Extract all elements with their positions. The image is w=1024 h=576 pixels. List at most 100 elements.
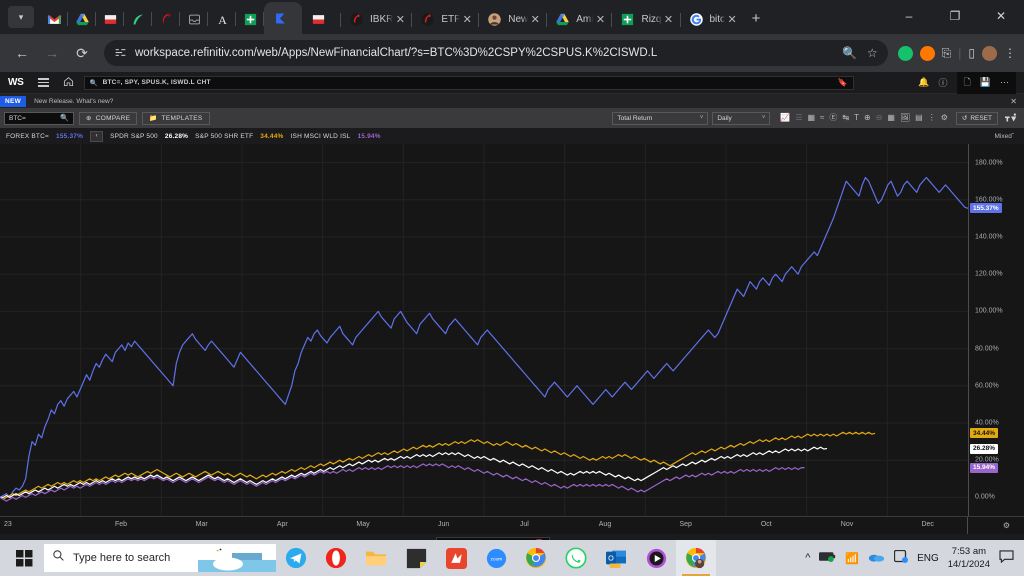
date-axis[interactable]: 23 Feb Mar Apr May Jun Jul Aug Sep Oct Nov Dec ⚙ [0, 516, 1024, 534]
ric-input[interactable]: BTC= 🔍 [4, 111, 74, 125]
scale-mode-dropdown[interactable]: Mixedˇ [994, 133, 1018, 140]
pinned-tab-arc[interactable]: A [208, 4, 236, 34]
tab-close-icon[interactable]: ✕ [593, 13, 607, 26]
close-window-button[interactable]: ✕ [978, 0, 1024, 32]
grammarly-icon[interactable] [897, 45, 913, 61]
workspace-search-input[interactable]: 🔍 BTC=, SPY, SPUS.K, ISWD.L CHT 🔖 [83, 75, 854, 90]
zoom-in-icon[interactable]: ⊕ [864, 114, 871, 122]
compare-scale-icon[interactable]: ↹ [842, 114, 849, 122]
back-button[interactable]: ← [8, 39, 36, 67]
tab-search-button[interactable]: ▾ [8, 6, 34, 28]
legend-name-1[interactable]: SPDR S&P 500 [110, 133, 158, 140]
legend-name-0[interactable]: FOREX BTC= [6, 133, 49, 140]
onedrive-icon[interactable] [868, 551, 885, 565]
tab-close-icon[interactable]: ✕ [460, 13, 474, 26]
events-icon[interactable]: Ⓔ [829, 114, 837, 122]
avast-icon[interactable] [919, 45, 935, 61]
taskbar-app-chrome-active[interactable] [676, 540, 716, 576]
new-window-icon[interactable]: 🗋 [964, 75, 971, 91]
taskbar-app-media-player[interactable] [636, 540, 676, 576]
kebab-menu-icon[interactable]: ⋮ [1004, 47, 1016, 59]
bookmark-icon[interactable]: 🔖 [838, 78, 848, 87]
bell-icon[interactable]: 🔔 [918, 77, 929, 88]
browser-tab[interactable] [264, 2, 302, 34]
browser-tab[interactable]: ETF ✕ [411, 4, 478, 34]
layout-icon[interactable]: ▦ [807, 114, 815, 122]
search-icon[interactable]: 🔍 [842, 47, 857, 59]
candlestick-icon[interactable]: ☰ [795, 114, 802, 122]
tab-close-icon[interactable]: ✕ [662, 13, 676, 26]
line-chart-icon[interactable]: 📈 [780, 114, 790, 122]
save-icon[interactable]: 💾 [980, 77, 991, 88]
taskbar-app-zoom[interactable]: zoom [476, 540, 516, 576]
more-icon[interactable]: ⋯ [1000, 77, 1009, 88]
address-bar[interactable]: workspace.refinitiv.com/web/Apps/NewFina… [104, 40, 888, 66]
browser-tab[interactable]: bitc ✕ [679, 4, 744, 34]
zoom-out-icon[interactable]: ⊖ [876, 114, 883, 122]
taskbar-app-telegram[interactable] [276, 540, 316, 576]
help-icon[interactable]: ⓘ [939, 76, 948, 89]
grid-icon[interactable]: ▦ [887, 114, 895, 122]
tab-close-icon[interactable]: ✕ [393, 13, 407, 26]
legend-prev-button[interactable]: ‹ [90, 130, 104, 142]
language-indicator[interactable]: ENG [917, 553, 939, 564]
pinned-tab-sheets[interactable] [236, 4, 264, 34]
text-icon[interactable]: T [854, 114, 859, 122]
hamburger-icon[interactable] [34, 78, 53, 87]
sidebar-icon[interactable]: ▯ [968, 47, 975, 59]
chart-plot[interactable] [0, 144, 968, 516]
wifi-icon[interactable]: 📶 [845, 552, 859, 565]
defender-icon[interactable] [893, 549, 909, 566]
settings-icon[interactable]: ⚙ [941, 114, 948, 122]
browser-tab[interactable]: IBKR ✕ [340, 4, 411, 34]
search-icon[interactable]: 🔍 [60, 114, 69, 122]
new-tab-button[interactable]: + [743, 5, 769, 31]
price-axis[interactable]: 180.00% 160.00% 140.00% 120.00% 100.00% 80.00… [968, 144, 1024, 516]
minimize-button[interactable]: – [886, 0, 932, 32]
taskbar-app-nitro[interactable] [436, 540, 476, 576]
browser-tab[interactable]: New ✕ [478, 4, 546, 34]
snapshot-icon[interactable]: 🖼 [900, 114, 910, 122]
bookmark-star-icon[interactable]: ☆ [867, 47, 878, 59]
pinned-tab-drive[interactable] [68, 4, 96, 34]
tab-close-icon[interactable]: ✕ [528, 13, 542, 26]
banner-close-icon[interactable]: ✕ [1010, 97, 1024, 106]
clock[interactable]: 7:53 am 14/1/2024 [948, 545, 990, 571]
battery-icon[interactable] [819, 551, 836, 565]
info-icon[interactable]: ⋮ [928, 114, 936, 122]
taskbar-app-chrome[interactable] [516, 540, 556, 576]
pinned-tab-gmail[interactable] [40, 4, 68, 34]
profile-avatar-icon[interactable] [982, 45, 997, 61]
tab-close-icon[interactable]: ✕ [725, 13, 739, 26]
home-icon[interactable] [59, 76, 78, 89]
maximize-button[interactable]: ❐ [932, 0, 978, 32]
pinned-tab-indonesia[interactable] [96, 4, 124, 34]
legend-name-2[interactable]: S&P 500 SHR ETF [195, 133, 253, 140]
browser-tab[interactable]: Rizq ✕ [611, 4, 679, 34]
site-settings-icon[interactable] [114, 46, 127, 61]
table-icon[interactable]: ▤ [915, 114, 923, 122]
tradingview-logo[interactable] [1002, 112, 1020, 124]
legend-name-3[interactable]: ISH MSCI WLD ISL [291, 133, 351, 140]
interval-select[interactable]: Daily ˅ [712, 111, 771, 125]
start-button[interactable] [4, 549, 44, 567]
templates-button[interactable]: 📁 TEMPLATES [142, 111, 210, 125]
analysis-select[interactable]: Total Return ˅ [612, 111, 709, 125]
taskbar-app-outlook[interactable]: O [596, 540, 636, 576]
browser-tab[interactable] [302, 4, 340, 34]
forward-button[interactable]: → [38, 39, 66, 67]
reset-button[interactable]: ↺ RESET [955, 111, 998, 125]
compare-button[interactable]: ⊕ COMPARE [79, 111, 138, 125]
pinned-tab-opera-gx[interactable] [152, 4, 180, 34]
pinned-tab-feather[interactable] [124, 4, 152, 34]
browser-tab[interactable]: Ami ✕ [546, 4, 611, 34]
reload-button[interactable]: ⟳ [68, 39, 96, 67]
show-hidden-icons-icon[interactable]: ^ [805, 552, 810, 564]
taskbar-app-whatsapp[interactable] [556, 540, 596, 576]
notification-center-icon[interactable] [999, 550, 1014, 566]
taskbar-app-sticky-notes[interactable] [396, 540, 436, 576]
axis-settings-icon[interactable]: ⚙ [1003, 521, 1010, 530]
taskbar-app-file-explorer[interactable] [356, 540, 396, 576]
share-icon[interactable]: ⎘ [942, 47, 952, 59]
indicator-icon[interactable]: ≈ [820, 114, 824, 122]
